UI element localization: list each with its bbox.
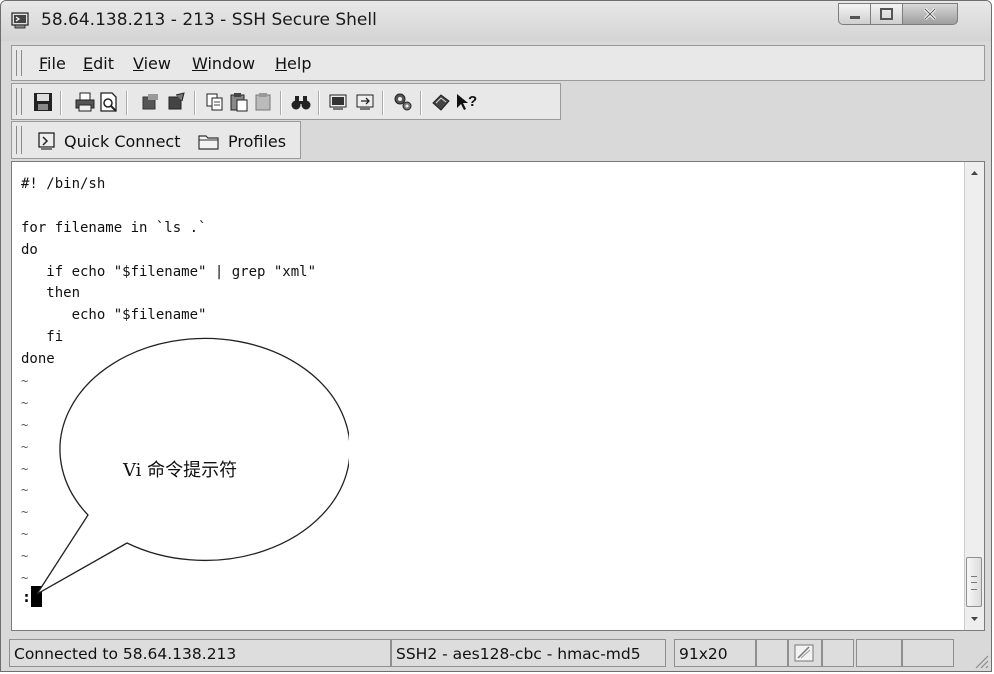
paste-icon[interactable] — [228, 91, 250, 113]
close-icon — [923, 7, 937, 21]
quick-connect-button[interactable]: Quick Connect — [64, 132, 180, 151]
terminal-line: then — [21, 285, 81, 302]
terminal-line: do — [21, 241, 38, 258]
new-file-transfer-icon[interactable] — [354, 91, 376, 113]
menu-file[interactable]: File — [39, 54, 66, 73]
status-indicator-4 — [902, 639, 954, 667]
help-book-icon[interactable] — [430, 91, 452, 113]
context-help-icon[interactable]: ? — [454, 91, 477, 113]
paste-disabled-icon[interactable] — [252, 91, 274, 113]
svg-text:?: ? — [468, 93, 477, 110]
toolbar-grip[interactable] — [16, 88, 22, 115]
maximize-icon — [880, 8, 893, 20]
transfer-status-icon — [788, 639, 822, 667]
maximize-button[interactable] — [870, 3, 903, 25]
new-terminal-icon[interactable] — [328, 91, 350, 113]
connectbar-grip[interactable] — [16, 126, 22, 154]
terminal-line: if echo "$filename" | grep "xml" — [21, 263, 317, 280]
window-title: 58.64.138.213 - 213 - SSH Secure Shell — [41, 10, 377, 30]
minimize-button[interactable] — [838, 3, 871, 25]
scroll-down-arrow-icon[interactable] — [965, 610, 984, 628]
scroll-up-arrow-icon[interactable] — [965, 164, 984, 182]
title-bar[interactable]: 58.64.138.213 - 213 - SSH Secure Shell — [1, 1, 991, 41]
encryption-status: SSH2 - aes128-cbc - hmac-md5 — [391, 639, 666, 667]
menu-view[interactable]: View — [133, 54, 171, 73]
ssh-terminal-icon[interactable] — [11, 11, 31, 29]
close-button[interactable] — [902, 3, 958, 25]
status-indicator-1 — [756, 639, 788, 667]
connection-status: Connected to 58.64.138.213 — [9, 639, 391, 667]
terminal-line: #! /bin/sh — [21, 176, 106, 192]
connect-toolbar: Quick Connect Profiles — [11, 121, 301, 159]
vertical-scrollbar[interactable] — [964, 162, 984, 630]
minimize-icon — [850, 16, 860, 19]
terminal-line: for filename in `ls .` — [21, 219, 207, 236]
print-preview-icon[interactable] — [98, 91, 120, 113]
menubar-grip[interactable] — [16, 50, 22, 76]
vi-command-prompt: : — [22, 588, 32, 606]
print-icon[interactable] — [74, 91, 96, 113]
settings-icon[interactable] — [392, 91, 414, 113]
folder-icon[interactable] — [198, 133, 220, 150]
status-bar: Connected to 58.64.138.213 SSH2 - aes128… — [1, 635, 991, 671]
status-indicator-3 — [856, 639, 902, 667]
profiles-button[interactable]: Profiles — [228, 132, 286, 151]
status-indicator-2 — [822, 639, 854, 667]
menu-window[interactable]: Window — [192, 54, 255, 73]
scrollbar-thumb[interactable] — [966, 557, 982, 607]
disconnect-icon[interactable] — [140, 91, 162, 113]
menu-edit[interactable]: Edit — [83, 54, 114, 73]
copy-icon[interactable] — [204, 91, 226, 113]
menu-help[interactable]: Help — [275, 54, 311, 73]
quick-connect-icon[interactable] — [36, 131, 58, 151]
connect-icon[interactable] — [166, 91, 188, 113]
menu-bar: File Edit View Window Help — [11, 45, 985, 81]
find-icon[interactable] — [290, 91, 312, 113]
callout-label: Vi 命令提示符 — [123, 460, 238, 481]
toolbar: ? — [11, 83, 561, 120]
save-icon[interactable] — [32, 91, 54, 113]
ssh-client-window: 58.64.138.213 - 213 - SSH Secure Shell F… — [0, 0, 992, 672]
resize-grip-icon[interactable] — [973, 653, 989, 669]
terminal-size: 91x20 — [674, 639, 756, 667]
